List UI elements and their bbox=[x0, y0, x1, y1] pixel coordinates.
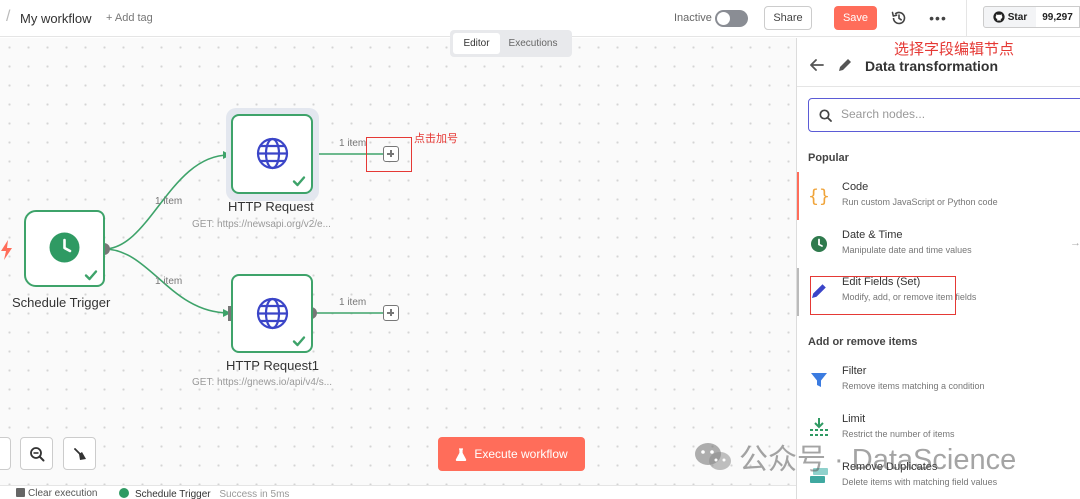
watermark: 公众号 · DataScience bbox=[693, 436, 1016, 478]
node-item-description: Manipulate date and time values bbox=[842, 245, 972, 255]
toggle-knob bbox=[717, 12, 730, 25]
github-star-button[interactable]: Star bbox=[983, 6, 1037, 28]
panel-title: Data transformation bbox=[865, 58, 999, 74]
tidy-up-button[interactable] bbox=[63, 437, 96, 470]
success-check-icon bbox=[84, 270, 98, 281]
node-subtitle-http-request: GET: https://newsapi.org/v2/e... bbox=[192, 219, 331, 230]
log-entry[interactable]: Schedule Trigger Success in 5ms bbox=[119, 488, 289, 499]
node-http-request1[interactable] bbox=[231, 274, 313, 353]
edge-label: 1 item bbox=[339, 138, 367, 149]
zoom-out-icon bbox=[29, 446, 44, 461]
node-subtitle-http-request1: GET: https://gnews.io/api/v4/s... bbox=[192, 377, 333, 388]
globe-icon bbox=[256, 137, 289, 170]
tab-executions[interactable]: Executions bbox=[500, 33, 566, 54]
node-item-description: Remove items matching a condition bbox=[842, 381, 985, 391]
header-divider bbox=[966, 0, 967, 37]
node-item-code[interactable]: {} Code Run custom JavaScript or Python … bbox=[797, 177, 1080, 223]
section-title-add-remove: Add or remove items bbox=[808, 336, 918, 348]
wechat-icon bbox=[695, 443, 731, 470]
add-node-button[interactable] bbox=[383, 305, 399, 321]
node-label-schedule-trigger: Schedule Trigger bbox=[12, 295, 111, 310]
trigger-bolt-icon bbox=[1, 240, 12, 260]
execute-workflow-button[interactable]: Execute workflow bbox=[438, 437, 585, 471]
node-item-title: Date & Time bbox=[842, 229, 903, 241]
log-bar: Clear execution Schedule Trigger Success… bbox=[0, 485, 796, 499]
more-options-icon[interactable]: ••• bbox=[928, 9, 948, 27]
success-check-icon bbox=[292, 176, 306, 187]
search-icon bbox=[819, 109, 832, 122]
node-item-description: Run custom JavaScript or Python code bbox=[842, 197, 998, 207]
clear-execution-label: Clear execution bbox=[28, 488, 98, 499]
success-dot-icon bbox=[119, 488, 129, 498]
activation-status-label: Inactive bbox=[674, 12, 712, 24]
node-http-request[interactable] bbox=[231, 114, 313, 194]
node-item-date-time[interactable]: Date & Time Manipulate date and time val… bbox=[797, 225, 1080, 271]
flask-icon bbox=[456, 447, 467, 461]
workflow-name[interactable]: My workflow bbox=[20, 11, 92, 26]
log-node-name: Schedule Trigger bbox=[135, 489, 211, 499]
search-input[interactable] bbox=[841, 107, 1071, 121]
breadcrumb-separator: / bbox=[6, 8, 11, 25]
annotation-select-edit-fields: 选择字段编辑节点 bbox=[894, 41, 1015, 58]
activation-toggle[interactable] bbox=[715, 10, 748, 27]
chevron-right-icon: → bbox=[1070, 237, 1080, 249]
view-tabs: Editor Executions bbox=[450, 30, 572, 57]
history-icon[interactable] bbox=[890, 9, 908, 27]
clock-icon bbox=[49, 232, 80, 263]
zoom-out-button[interactable] bbox=[20, 437, 53, 470]
node-item-filter[interactable]: Filter Remove items matching a condition bbox=[797, 361, 1080, 407]
save-button[interactable]: Save bbox=[834, 6, 877, 30]
success-check-icon bbox=[292, 336, 306, 347]
node-item-title: Filter bbox=[842, 365, 867, 377]
globe-icon bbox=[256, 297, 289, 330]
annotation-highlight-box bbox=[810, 276, 956, 315]
edge-label: 1 item bbox=[155, 276, 183, 287]
edge-label: 1 item bbox=[339, 297, 367, 308]
panel-header: Data transformation 选择字段编辑节点 bbox=[797, 38, 1080, 87]
node-item-title: Code bbox=[842, 181, 869, 193]
watermark-text: 公众号 · DataScience bbox=[739, 444, 1017, 476]
node-creator-panel: Data transformation 选择字段编辑节点 Popular {} … bbox=[796, 38, 1080, 499]
node-label-http-request1: HTTP Request1 bbox=[226, 358, 319, 373]
node-item-title: Limit bbox=[842, 413, 866, 425]
github-star-count[interactable]: 99,297 bbox=[1036, 6, 1080, 28]
edge-label: 1 item bbox=[155, 196, 183, 207]
add-tag-link[interactable]: + Add tag bbox=[106, 12, 153, 24]
back-arrow-icon[interactable] bbox=[810, 59, 824, 71]
node-label-http-request: HTTP Request bbox=[228, 199, 314, 214]
share-button[interactable]: Share bbox=[764, 6, 812, 30]
app-root: / My workflow + Add tag Inactive Share S… bbox=[0, 0, 1080, 499]
log-status: Success in 5ms bbox=[219, 489, 290, 499]
filter-icon bbox=[808, 369, 830, 391]
annotation-click-plus: 点击加号 bbox=[414, 133, 458, 145]
annotation-highlight-box bbox=[366, 137, 412, 172]
node-search-box[interactable] bbox=[808, 98, 1080, 132]
clear-execution-button[interactable]: Clear execution bbox=[16, 488, 97, 499]
node-schedule-trigger[interactable] bbox=[24, 210, 105, 287]
workflow-canvas[interactable] bbox=[0, 38, 796, 499]
trash-icon bbox=[16, 488, 25, 497]
node-item-description: Delete items with matching field values bbox=[842, 477, 998, 487]
broom-icon bbox=[73, 447, 86, 460]
github-icon bbox=[993, 11, 1005, 23]
tab-editor[interactable]: Editor bbox=[453, 33, 500, 54]
section-title-popular: Popular bbox=[808, 152, 849, 164]
zoom-button-partial[interactable] bbox=[0, 437, 11, 470]
github-star-label: Star bbox=[1007, 11, 1028, 23]
clock-icon bbox=[808, 233, 830, 255]
execute-workflow-label: Execute workflow bbox=[474, 447, 568, 461]
code-braces-icon: {} bbox=[808, 185, 830, 207]
pen-icon bbox=[839, 59, 851, 71]
